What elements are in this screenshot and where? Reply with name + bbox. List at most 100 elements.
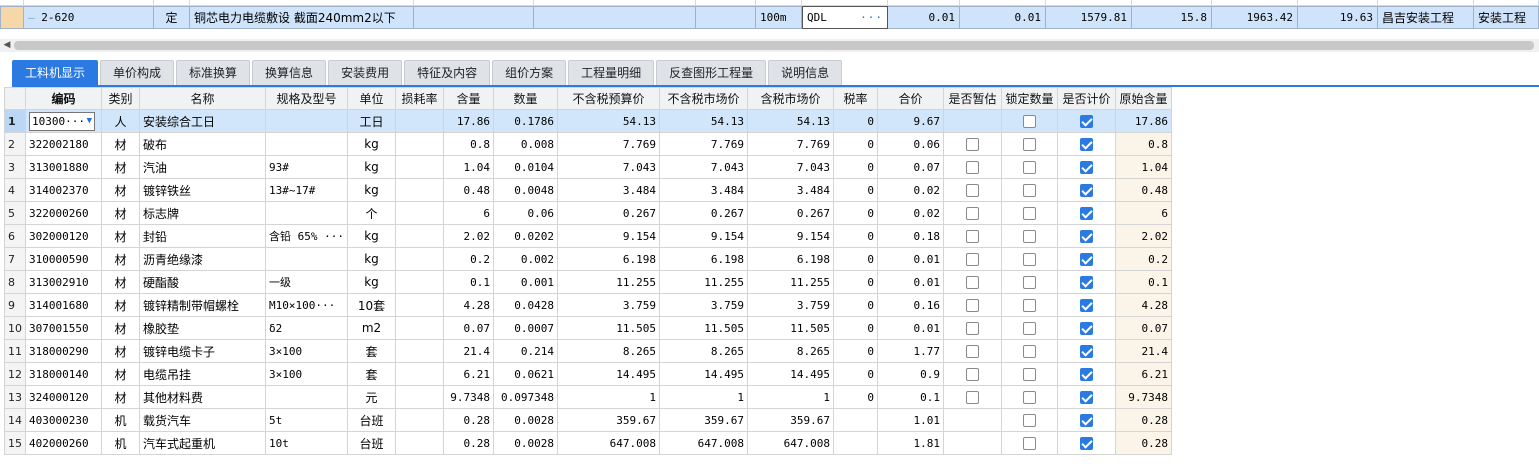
cell-tax-rate[interactable]: 0 [832, 385, 878, 409]
cell-priced[interactable] [1056, 132, 1116, 156]
cell-total[interactable]: 0.16 [876, 293, 944, 317]
cell-code[interactable]: 302000120 [25, 224, 102, 248]
cell-name[interactable]: 镀锌精制带帽螺栓 [139, 293, 266, 317]
chevron-down-icon[interactable]: ▼ [87, 113, 92, 130]
cell-lock-quantity[interactable] [1000, 224, 1058, 248]
cell-quantity[interactable]: 0.002 [492, 247, 558, 271]
cell-budget-price[interactable]: 0.267 [556, 201, 660, 225]
header-lock-quantity[interactable]: 锁定数量 [1000, 87, 1058, 110]
header-market-price-tax[interactable]: 含税市场价 [746, 87, 834, 110]
cell-category[interactable]: 材 [101, 201, 140, 225]
cell-original-content[interactable]: 2.02 [1114, 224, 1172, 248]
cell-tax-rate[interactable]: 0 [832, 247, 878, 271]
cell-total[interactable]: 0.07 [876, 155, 944, 179]
row-number[interactable]: 8 [4, 270, 26, 294]
checkbox-unchecked-icon[interactable] [965, 230, 979, 243]
cell-estimated[interactable] [942, 316, 1002, 340]
cell-category[interactable]: 材 [101, 224, 140, 248]
cell-market-price-tax[interactable]: 6.198 [746, 247, 834, 271]
cell-market-price-tax[interactable]: 3.759 [746, 293, 834, 317]
cell-spec[interactable] [265, 247, 348, 271]
cell-category[interactable]: 材 [101, 362, 140, 386]
cell-quantity[interactable]: 0.097348 [492, 385, 558, 409]
checkbox-unchecked-icon[interactable] [965, 345, 979, 358]
checkbox-checked-icon[interactable] [1079, 368, 1093, 381]
quota-value-4[interactable]: 15.8 [1132, 6, 1212, 29]
cell-content[interactable]: 0.2 [442, 247, 494, 271]
cell-original-content[interactable]: 4.28 [1114, 293, 1172, 317]
cell-loss-rate[interactable] [394, 316, 444, 340]
cell-unit[interactable]: 工日 [346, 109, 396, 133]
header-unit[interactable]: 单位 [346, 87, 396, 110]
scroll-left-icon[interactable]: ◀ [2, 39, 12, 52]
cell-unit[interactable]: kg [346, 224, 396, 248]
cell-priced[interactable] [1056, 224, 1116, 248]
checkbox-unchecked-icon[interactable] [1022, 138, 1036, 151]
header-budget-price[interactable]: 不含税预算价 [556, 87, 660, 110]
cell-unit[interactable]: 台班 [346, 431, 396, 455]
cell-budget-price[interactable]: 359.67 [556, 408, 660, 432]
cell-loss-rate[interactable] [394, 270, 444, 294]
checkbox-unchecked-icon[interactable] [965, 161, 979, 174]
cell-content[interactable]: 0.28 [442, 408, 494, 432]
checkbox-checked-icon[interactable] [1079, 322, 1093, 335]
checkbox-checked-icon[interactable] [1079, 345, 1093, 358]
tab-7[interactable]: 组价方案 [492, 60, 567, 85]
cell-category[interactable]: 材 [101, 132, 140, 156]
cell-unit[interactable]: 套 [346, 362, 396, 386]
cell-budget-price[interactable]: 8.265 [556, 339, 660, 363]
cell-code[interactable]: 318000290 [25, 339, 102, 363]
header-priced[interactable]: 是否计价 [1056, 87, 1116, 110]
header-loss-rate[interactable]: 损耗率 [394, 87, 444, 110]
code-dropdown[interactable]: 10300··· ▼ [29, 111, 95, 131]
cell-budget-price[interactable]: 7.043 [556, 155, 660, 179]
checkbox-unchecked-icon[interactable] [1022, 230, 1036, 243]
cell-budget-price[interactable]: 14.495 [556, 362, 660, 386]
cell-lock-quantity[interactable] [1000, 431, 1058, 455]
table-row[interactable]: 1 10300··· ▼ 人安装综合工日 工日 17.86 0.1786 54.13 54.13… [4, 109, 1172, 133]
cell-budget-price[interactable]: 6.198 [556, 247, 660, 271]
checkbox-checked-icon[interactable] [1079, 161, 1093, 174]
cell-priced[interactable] [1056, 408, 1116, 432]
cell-code[interactable]: 322002180 [25, 132, 102, 156]
cell-market-price-tax[interactable]: 7.769 [746, 132, 834, 156]
cell-estimated[interactable] [942, 132, 1002, 156]
row-number[interactable]: 7 [4, 247, 26, 271]
cell-quantity[interactable]: 0.0028 [492, 408, 558, 432]
cell-loss-rate[interactable] [394, 385, 444, 409]
cell-name[interactable]: 电缆吊挂 [139, 362, 266, 386]
cell-priced[interactable] [1056, 431, 1116, 455]
cell-original-content[interactable]: 6 [1114, 201, 1172, 225]
cell-total[interactable]: 0.06 [876, 132, 944, 156]
cell-market-price[interactable]: 8.265 [658, 339, 748, 363]
quota-value-2[interactable]: 0.01 [960, 6, 1046, 29]
table-row[interactable]: 8 313002910 材硬酯酸 一级 kg 0.1 0.001 11.255 11.255 11… [4, 270, 1172, 294]
cell-spec[interactable]: 5t [265, 408, 348, 432]
table-row[interactable]: 3 313001880 材汽油 93# kg 1.04 0.0104 7.043 7.043 7.… [4, 155, 1172, 179]
cell-quantity[interactable]: 0.06 [492, 201, 558, 225]
cell-quantity[interactable]: 0.008 [492, 132, 558, 156]
cell-lock-quantity[interactable] [1000, 362, 1058, 386]
cell-quantity[interactable]: 0.0621 [492, 362, 558, 386]
header-original-content[interactable]: 原始含量 [1114, 87, 1172, 110]
row-number[interactable]: 4 [4, 178, 26, 202]
cell-unit[interactable]: kg [346, 155, 396, 179]
row-number[interactable]: 2 [4, 132, 26, 156]
quota-value-6[interactable]: 19.63 [1298, 6, 1378, 29]
cell-loss-rate[interactable] [394, 339, 444, 363]
header-code[interactable]: 编码 [25, 87, 102, 110]
cell-loss-rate[interactable] [394, 431, 444, 455]
cell-loss-rate[interactable] [394, 408, 444, 432]
cell-name[interactable]: 镀锌铁丝 [139, 178, 266, 202]
cell-content[interactable]: 17.86 [442, 109, 494, 133]
cell-total[interactable]: 1.81 [876, 431, 944, 455]
table-row[interactable]: 12 318000140 材电缆吊挂 3×100 套 6.21 0.0621 14.495 14… [4, 362, 1172, 386]
cell-market-price[interactable]: 11.505 [658, 316, 748, 340]
cell-estimated[interactable] [942, 339, 1002, 363]
cell-estimated[interactable] [942, 431, 1002, 455]
cell-estimated[interactable] [942, 178, 1002, 202]
checkbox-unchecked-icon[interactable] [1022, 253, 1036, 266]
cell-total[interactable]: 9.67 [876, 109, 944, 133]
cell-spec[interactable] [265, 132, 348, 156]
quota-value-1[interactable]: 0.01 [888, 6, 960, 29]
